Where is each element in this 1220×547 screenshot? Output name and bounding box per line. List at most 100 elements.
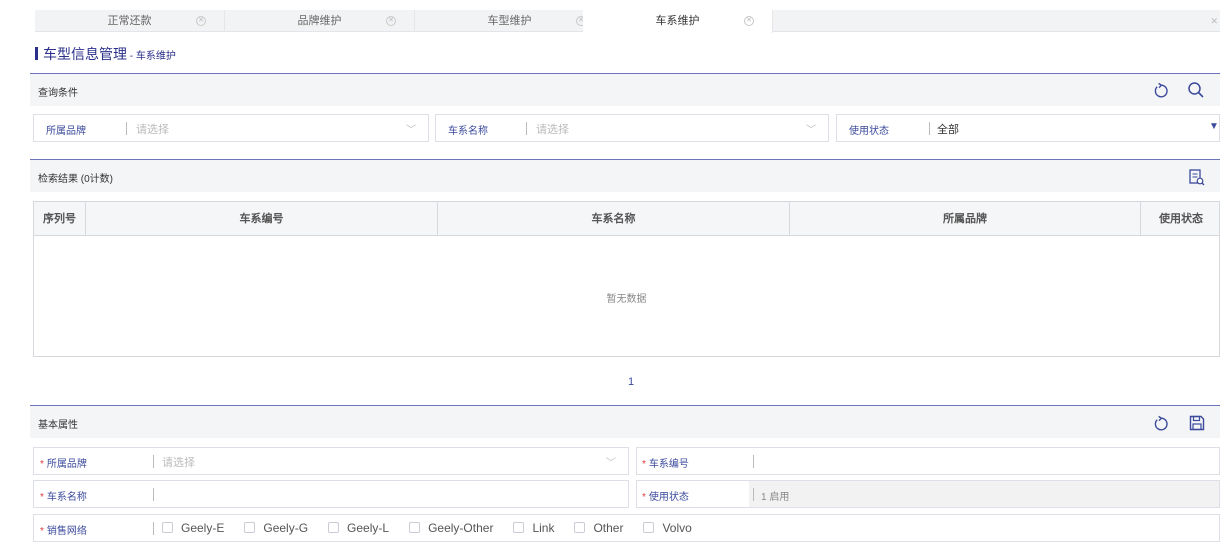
- chevron-down-icon: ﹀: [806, 125, 816, 136]
- field-separator: [126, 122, 127, 135]
- column-header-series-name[interactable]: 车系名称: [438, 202, 790, 236]
- required-mark: *: [40, 459, 44, 470]
- refresh-icon[interactable]: [1151, 414, 1171, 434]
- field-label-text: 销售网络: [46, 526, 87, 537]
- series-name-input[interactable]: * 车系名称: [33, 480, 629, 508]
- field-label-text: 车系编号: [648, 459, 689, 470]
- pagination-page[interactable]: 1: [628, 376, 634, 388]
- checkbox-label: Link: [532, 521, 555, 535]
- close-icon[interactable]: ✕: [744, 16, 754, 26]
- results-section-header: 检索结果 (0计数): [30, 159, 1220, 192]
- tab-label: 车型维护: [487, 15, 532, 27]
- column-header-series-code[interactable]: 车系编号: [86, 202, 438, 236]
- status-value: 1 启用: [761, 492, 790, 503]
- checkbox-label: Volvo: [662, 521, 692, 535]
- checkbox-other[interactable]: Other: [574, 521, 623, 535]
- required-mark: *: [40, 526, 44, 537]
- field-label: * 使用状态: [642, 488, 689, 503]
- tab-label: 车系维护: [655, 15, 700, 27]
- field-separator: [153, 522, 154, 535]
- field-label: * 车系名称: [40, 488, 87, 503]
- export-icon[interactable]: [1186, 167, 1206, 187]
- readonly-background: [749, 481, 1219, 507]
- chevron-down-icon: ﹀: [606, 458, 616, 469]
- field-label: 使用状态: [849, 126, 889, 137]
- select-value: 全部: [937, 124, 959, 136]
- query-section-header: 查询条件: [30, 73, 1220, 106]
- field-label: 车系名称: [448, 126, 488, 137]
- page-title: 车型信息管理 - 车系维护: [35, 46, 176, 62]
- field-label-text: 车系名称: [46, 492, 87, 503]
- page-title-text: 车型信息管理: [43, 46, 127, 62]
- column-header-index[interactable]: 序列号: [34, 202, 86, 236]
- checkbox-box[interactable]: [162, 522, 173, 533]
- query-section-title: 查询条件: [38, 88, 78, 99]
- page-title-separator: -: [127, 51, 136, 62]
- checkbox-label: Geely-L: [347, 521, 390, 535]
- close-icon[interactable]: ✕: [386, 16, 396, 26]
- results-section-title: 检索结果 (0计数): [38, 174, 113, 185]
- search-icon[interactable]: [1186, 80, 1206, 100]
- checkbox-label: Other: [593, 521, 624, 535]
- tab-series-maintenance[interactable]: 车系维护 ✕: [583, 10, 773, 33]
- checkbox-geely-e[interactable]: Geely-E: [162, 521, 224, 535]
- query-status-select[interactable]: 使用状态 全部 ▼: [836, 114, 1220, 142]
- basic-section-header: 基本属性: [30, 405, 1220, 438]
- checkbox-box[interactable]: [328, 522, 340, 533]
- select-placeholder: 请选择: [162, 457, 195, 469]
- close-icon[interactable]: ✕: [1210, 16, 1218, 27]
- tab-model-maintenance[interactable]: 车型维护 ✕: [415, 10, 605, 32]
- basic-section-title: 基本属性: [38, 420, 78, 431]
- checkbox-geely-l[interactable]: Geely-L: [328, 521, 389, 535]
- checkbox-label: Geely-E: [181, 521, 225, 535]
- sales-network-checkboxes: Geely-E Geely-G Geely-L Geely-Other Link Othe…: [162, 521, 712, 535]
- field-separator: [753, 455, 754, 468]
- page-subtitle: 车系维护: [135, 51, 176, 62]
- checkbox-box[interactable]: [409, 522, 421, 533]
- checkbox-box[interactable]: [574, 522, 586, 533]
- checkbox-box[interactable]: [643, 522, 655, 533]
- field-separator: [753, 488, 754, 501]
- select-placeholder: 请选择: [136, 124, 169, 136]
- results-table: 序列号 车系编号 车系名称 所属品牌 使用状态 暂无数据: [33, 201, 1220, 357]
- chevron-down-icon: ﹀: [406, 125, 416, 136]
- field-separator: [153, 455, 154, 468]
- checkbox-geely-g[interactable]: Geely-G: [244, 521, 308, 535]
- table-header: 序列号 车系编号 车系名称 所属品牌 使用状态: [34, 202, 1219, 236]
- checkbox-geely-other[interactable]: Geely-Other: [409, 521, 493, 535]
- column-header-brand[interactable]: 所属品牌: [790, 202, 1141, 236]
- field-label: * 所属品牌: [40, 455, 87, 470]
- required-mark: *: [40, 492, 44, 503]
- series-code-input[interactable]: * 车系编号: [636, 447, 1220, 475]
- brand-select[interactable]: * 所属品牌 请选择 ﹀: [33, 447, 629, 475]
- select-placeholder: 请选择: [536, 124, 569, 136]
- tab-brand-maintenance[interactable]: 品牌维护 ✕: [225, 10, 415, 32]
- tab-normal-repayment[interactable]: 正常还款 ✕: [35, 10, 225, 32]
- save-icon[interactable]: [1187, 413, 1207, 433]
- sales-network-field: * 销售网络 Geely-E Geely-G Geely-L Geely-Other Li…: [33, 514, 1220, 542]
- checkbox-volvo[interactable]: Volvo: [643, 521, 692, 535]
- tab-bar: 正常还款 ✕ 品牌维护 ✕ 车型维护 ✕ 车系维护 ✕ ✕: [35, 10, 1220, 33]
- required-mark: *: [642, 492, 646, 503]
- query-brand-select[interactable]: 所属品牌 请选择 ﹀: [33, 114, 429, 142]
- query-series-select[interactable]: 车系名称 请选择 ﹀: [435, 114, 829, 142]
- field-label: * 车系编号: [642, 455, 689, 470]
- checkbox-label: Geely-G: [263, 521, 309, 535]
- tab-label: 品牌维护: [297, 15, 342, 27]
- field-label: * 销售网络: [40, 522, 87, 537]
- tab-label: 正常还款: [107, 15, 152, 27]
- field-separator: [526, 122, 527, 135]
- checkbox-box[interactable]: [513, 522, 525, 533]
- column-header-status[interactable]: 使用状态: [1141, 202, 1220, 236]
- field-separator: [929, 122, 930, 135]
- status-readonly-field: * 使用状态 1 启用: [636, 480, 1220, 508]
- checkbox-link[interactable]: Link: [513, 521, 554, 535]
- checkbox-box[interactable]: [244, 522, 256, 533]
- field-label: 所属品牌: [46, 126, 86, 137]
- required-mark: *: [642, 459, 646, 470]
- field-separator: [153, 488, 154, 501]
- close-icon[interactable]: ✕: [196, 16, 206, 26]
- refresh-icon[interactable]: [1151, 81, 1171, 101]
- field-label-text: 使用状态: [648, 492, 689, 503]
- chevron-down-icon: ▼: [1209, 121, 1219, 132]
